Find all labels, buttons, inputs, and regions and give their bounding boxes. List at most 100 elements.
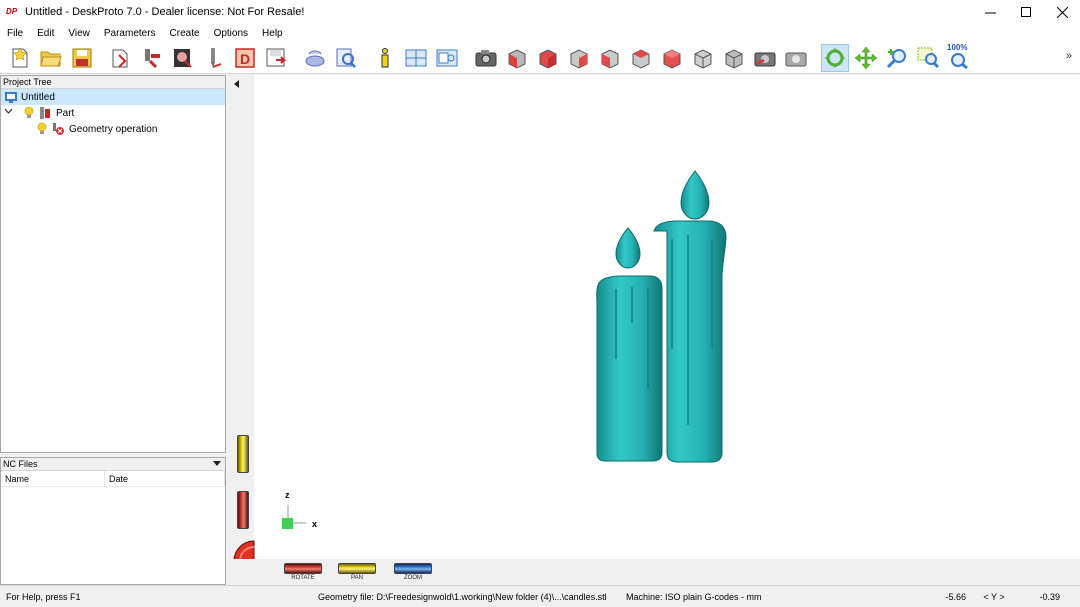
export-icon — [266, 48, 287, 66]
layout-button[interactable] — [402, 44, 430, 72]
status-help: For Help, press F1 — [6, 591, 81, 602]
status-x-value: -5.66 — [945, 591, 966, 602]
menu-edit[interactable]: Edit — [30, 28, 61, 39]
pan-wheel-vertical[interactable] — [237, 435, 249, 473]
simulate-button[interactable] — [301, 44, 329, 72]
maximize-icon — [1020, 6, 1031, 17]
part-button[interactable] — [107, 44, 135, 72]
view-left-button[interactable] — [565, 44, 593, 72]
view-iso2-icon — [725, 48, 743, 69]
view-iso-button[interactable] — [689, 44, 717, 72]
menu-parameters[interactable]: Parameters — [97, 28, 163, 39]
tree-item-label: Geometry operation — [69, 123, 158, 135]
view-front-icon — [508, 48, 526, 69]
expand-chevron-icon[interactable] — [4, 107, 16, 119]
column-name[interactable]: Name — [1, 471, 105, 486]
column-date[interactable]: Date — [105, 471, 225, 486]
nc-files-dropdown-icon[interactable] — [213, 461, 221, 466]
zoom-window-button[interactable] — [914, 44, 942, 72]
tree-item-part[interactable]: Part — [1, 105, 225, 121]
close-button[interactable] — [1044, 0, 1080, 24]
snapshot2-icon — [785, 52, 807, 66]
zoom-100-button[interactable]: 100% — [945, 42, 973, 72]
open-button[interactable] — [37, 44, 65, 72]
window-icon — [436, 49, 458, 66]
info-icon — [381, 47, 389, 67]
zoom-wheel[interactable] — [394, 563, 432, 574]
view-top-button[interactable] — [627, 44, 655, 72]
nc-files-title: NC Files — [3, 459, 38, 469]
project-tree-header: Project Tree — [1, 76, 225, 89]
title-bar: DP Untitled - DeskProto 7.0 - Dealer lic… — [0, 0, 1080, 24]
menu-options[interactable]: Options — [207, 28, 255, 39]
part-icon — [38, 106, 52, 120]
menu-view[interactable]: View — [61, 28, 97, 39]
operation-button[interactable] — [138, 44, 166, 72]
zoom-label: ZOOM — [404, 575, 422, 581]
save-button[interactable] — [68, 44, 96, 72]
pan-button[interactable] — [852, 44, 880, 72]
rotate-wheel[interactable] — [284, 563, 322, 574]
toolbar: D 100% » — [0, 42, 1080, 74]
snapshot2-button[interactable] — [782, 44, 810, 72]
operation-icon — [145, 48, 160, 68]
rotate-wheel-vertical[interactable] — [237, 491, 249, 529]
menu-bar: File Edit View Parameters Create Options… — [0, 24, 1080, 42]
view-right-icon — [601, 48, 619, 69]
nc-files-columns: Name Date — [1, 471, 225, 487]
menu-create[interactable]: Create — [163, 28, 207, 39]
tool-button[interactable] — [200, 44, 228, 72]
maximize-button[interactable] — [1008, 0, 1044, 24]
rotate-label: ROTATE — [291, 575, 315, 581]
save-icon — [72, 48, 92, 67]
minimize-button[interactable] — [972, 0, 1008, 24]
drawing-button[interactable] — [169, 44, 197, 72]
window-button[interactable] — [433, 44, 461, 72]
view-left-icon — [570, 48, 588, 69]
view-back-icon — [539, 48, 557, 69]
preview-button[interactable] — [332, 44, 360, 72]
view-iso2-button[interactable] — [720, 44, 748, 72]
simulate-icon — [305, 50, 325, 66]
info-button[interactable] — [371, 44, 399, 72]
layout-icon — [405, 49, 427, 66]
export-button[interactable] — [262, 44, 290, 72]
menu-help[interactable]: Help — [255, 28, 290, 39]
drawing-icon — [174, 48, 192, 68]
snapshot-button[interactable] — [751, 44, 779, 72]
left-panel: Project Tree Untitled Part Geometry oper… — [0, 75, 226, 585]
nc-files-header: NC Files — [1, 458, 225, 471]
toolbar-overflow-button[interactable]: » — [1066, 50, 1072, 62]
close-icon — [1056, 6, 1068, 18]
lightbulb-icon[interactable] — [35, 122, 49, 136]
open-icon — [40, 51, 62, 66]
zoom-window-icon — [917, 47, 940, 68]
candles-model[interactable] — [590, 169, 740, 464]
collapse-arrow-icon[interactable] — [234, 80, 239, 88]
menu-file[interactable]: File — [0, 28, 30, 39]
new-button[interactable] — [6, 44, 34, 72]
toolpath-icon: D — [235, 47, 255, 68]
nc-files-panel: NC Files Name Date — [0, 457, 226, 585]
zoom-button[interactable] — [883, 44, 911, 72]
camera-button[interactable] — [472, 44, 500, 72]
pan-wheel[interactable] — [338, 563, 376, 574]
3d-viewport[interactable]: ROTATE PAN ZOOM z x — [230, 75, 1080, 585]
view-right-button[interactable] — [596, 44, 624, 72]
x-axis-label: x — [312, 519, 318, 529]
zoom-100-label: 100% — [947, 42, 968, 52]
view-bottom-button[interactable] — [658, 44, 686, 72]
tree-item-geometry-operation[interactable]: Geometry operation — [1, 121, 225, 137]
toolpath-button[interactable]: D — [231, 44, 259, 72]
lightbulb-icon[interactable] — [22, 106, 36, 120]
minimize-icon — [984, 12, 996, 13]
view-front-button[interactable] — [503, 44, 531, 72]
zoom-icon — [886, 48, 906, 68]
z-axis-label: z — [285, 490, 290, 500]
status-axis-indicator: < Y > — [983, 591, 1005, 602]
tree-item-untitled[interactable]: Untitled — [1, 89, 225, 105]
rotate-button[interactable] — [821, 43, 849, 72]
view-top-icon — [632, 48, 650, 69]
pan-label: PAN — [351, 575, 363, 581]
view-back-button[interactable] — [534, 44, 562, 72]
